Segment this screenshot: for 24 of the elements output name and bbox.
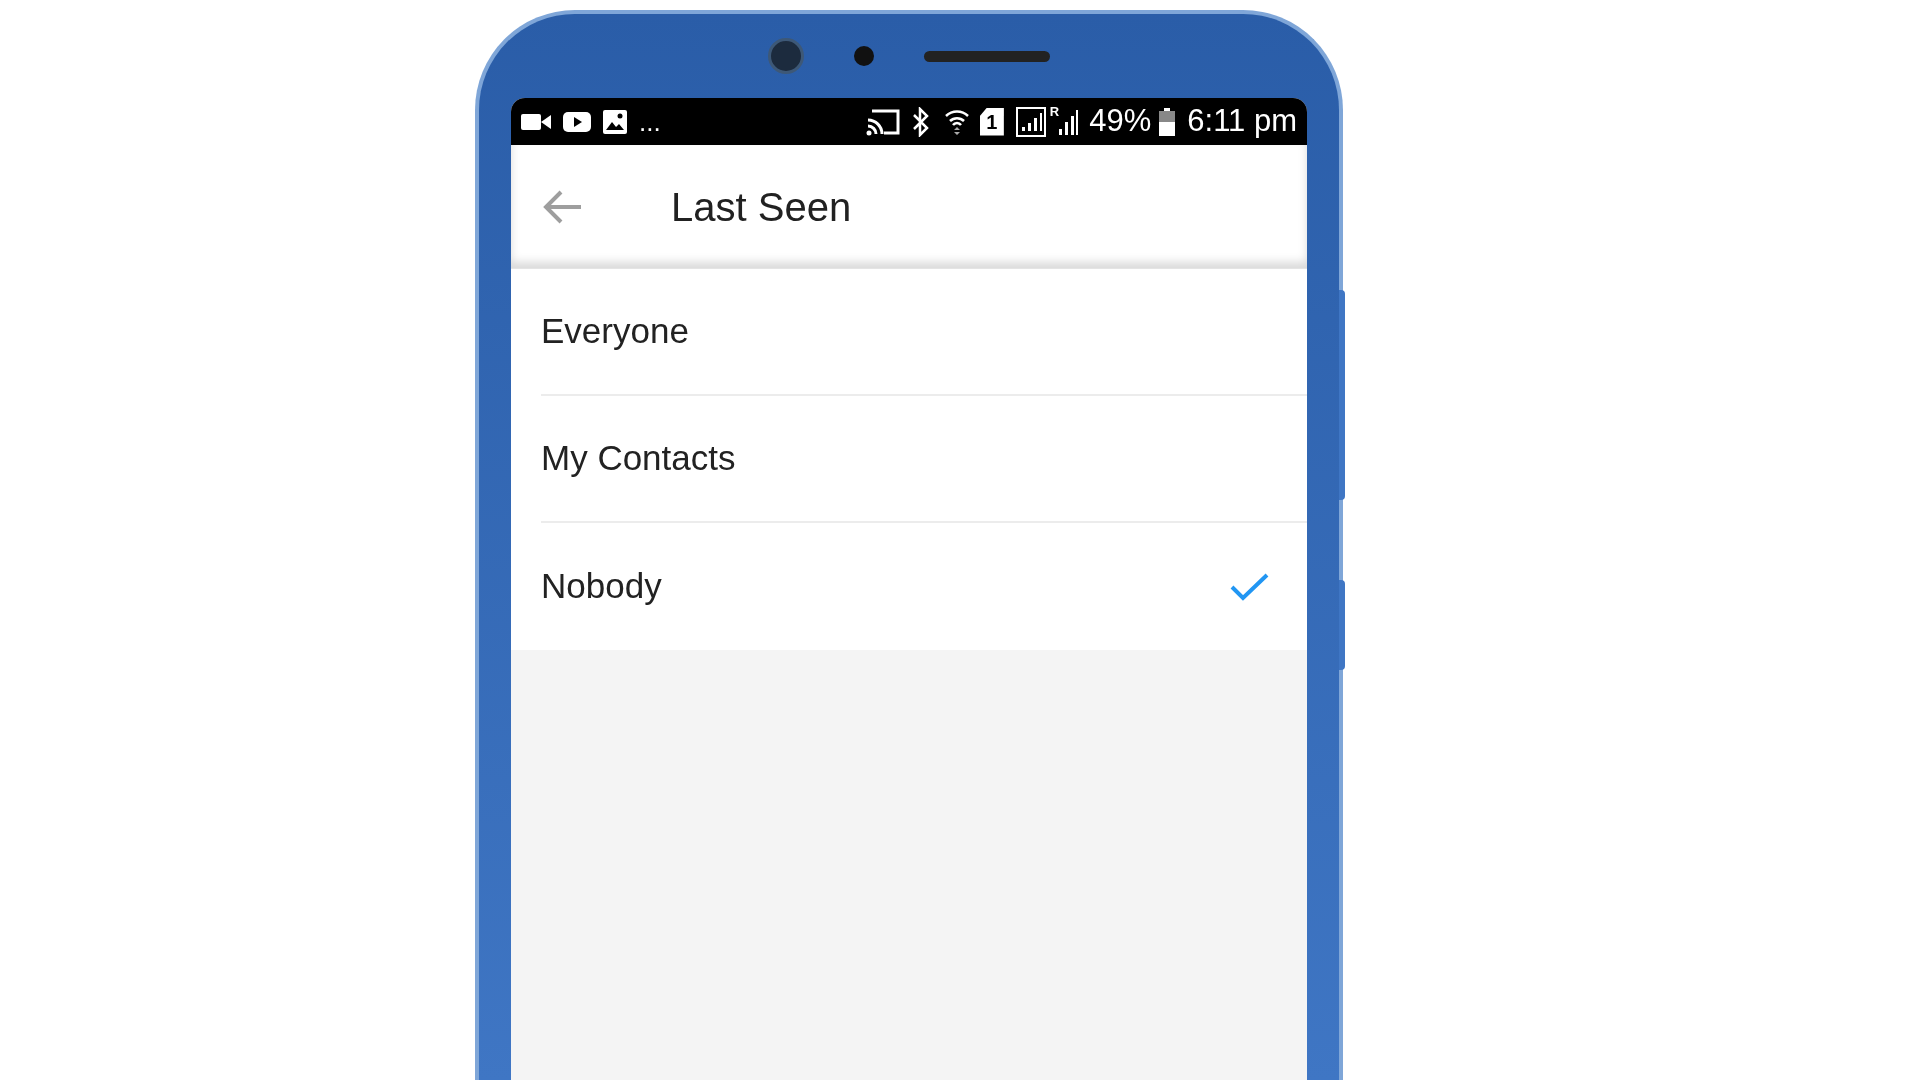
battery-percent: 49% (1089, 102, 1152, 141)
video-camera-icon (521, 111, 551, 132)
option-label: Nobody (541, 565, 663, 608)
cast-icon (865, 107, 902, 136)
option-label: My Contacts (541, 437, 737, 480)
screen-title: Last Seen (671, 183, 852, 231)
option-row[interactable]: My Contacts (541, 396, 1307, 523)
checkmark-icon (1229, 571, 1269, 602)
wifi-icon (943, 107, 970, 136)
option-row[interactable]: Nobody (541, 523, 1307, 650)
option-label: Everyone (541, 310, 690, 353)
overflow-indicator: ... (639, 108, 661, 135)
roaming-indicator: R (1049, 103, 1060, 121)
signal-icon (1015, 106, 1046, 137)
clock-time: 6:11 pm (1187, 102, 1297, 141)
sim-card-icon: 1 (979, 107, 1004, 136)
image-icon (603, 109, 627, 134)
signal-icon (1059, 107, 1080, 136)
battery-icon (1159, 107, 1176, 136)
camera-lens (768, 38, 804, 74)
option-row[interactable]: Everyone (541, 269, 1307, 396)
play-icon (563, 111, 591, 132)
bluetooth-icon (911, 106, 930, 137)
back-icon[interactable] (543, 188, 583, 225)
